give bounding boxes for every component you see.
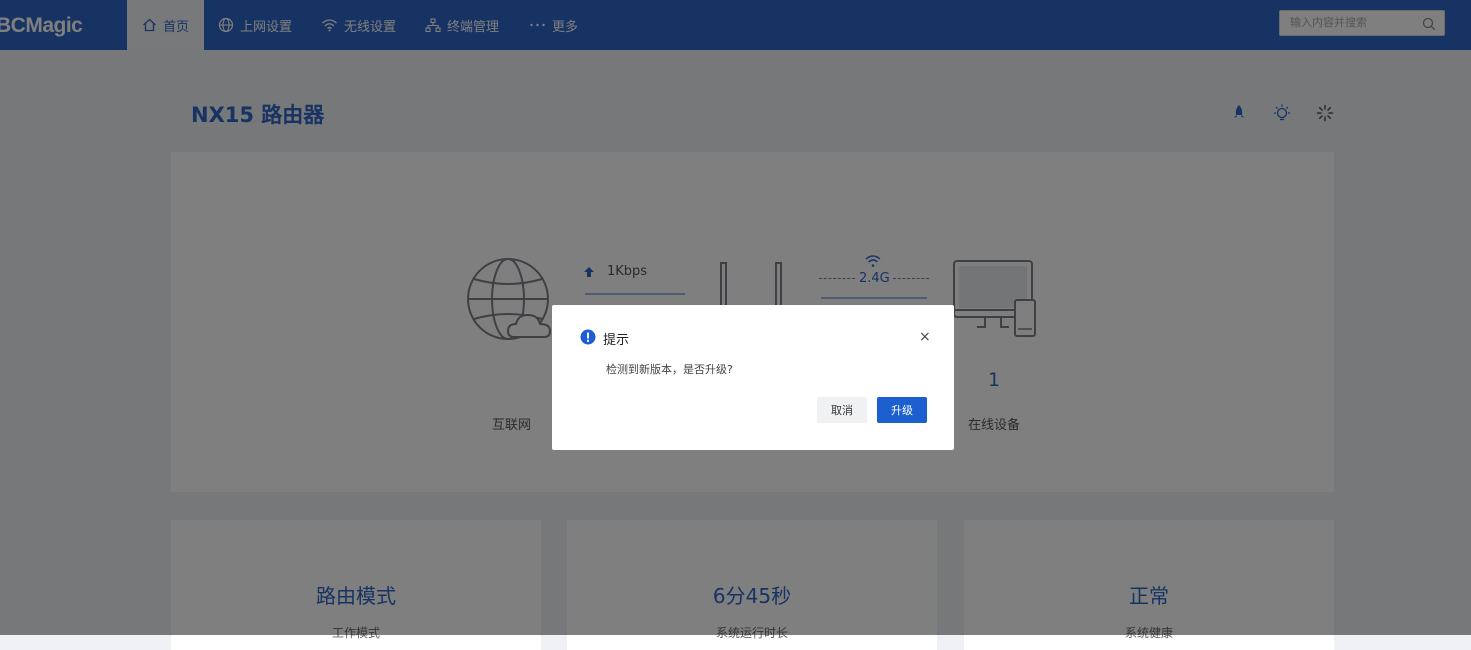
dialog-title: 提示 — [603, 333, 630, 348]
dialog-message: 检测到新版本，是否升级? — [606, 363, 733, 376]
upgrade-button[interactable]: 升级 — [877, 397, 927, 423]
upgrade-dialog: 提示 × 检测到新版本，是否升级? 取消 升级 — [552, 305, 954, 450]
info-icon — [580, 329, 596, 345]
cancel-button[interactable]: 取消 — [817, 397, 867, 423]
close-icon[interactable]: × — [919, 329, 931, 345]
